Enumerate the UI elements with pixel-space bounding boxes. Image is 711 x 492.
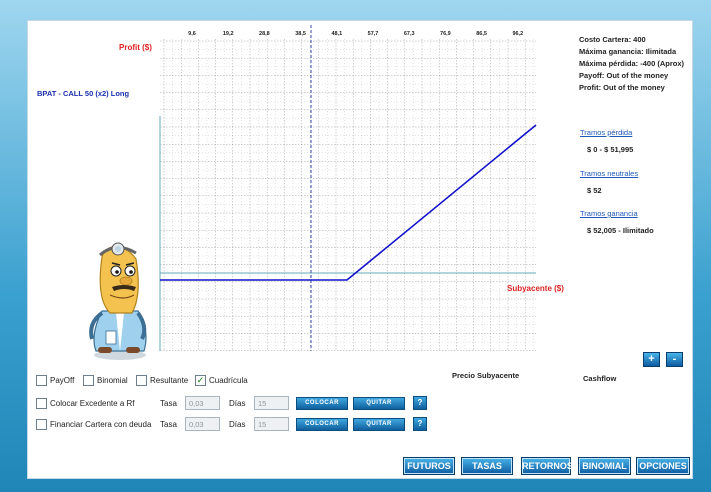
tramos-ganancia-value: $ 52,005 - Ilimitado [587,226,654,235]
payoff-checkbox-label: PayOff [50,376,75,385]
cuadricula-checkbox-label: Cuadrícula [209,376,248,385]
profit-status: Profit: Out of the money [579,83,665,92]
colocar-button-1[interactable]: COLOCAR [296,397,348,410]
costo-cartera: Costo Cartera: 400 [579,35,646,44]
resultante-checkbox[interactable] [136,375,147,386]
x-tick-label: 48,1 [331,31,342,37]
x-tick-label: 19,2 [223,31,234,37]
tasas-button[interactable]: TASAS [461,457,513,475]
maxima-perdida: Máxima pérdida: -400 (Aprox) [579,59,685,68]
tasa-label-1: Tasa [160,399,177,408]
x-tick-label: 28,8 [259,31,270,37]
tasa-input-2[interactable]: 0,03 [185,417,220,431]
help-button-1[interactable]: ? [413,396,427,410]
x-axis-label: Subyacente ($) [507,284,564,293]
zoom-in-button[interactable]: + [643,352,660,367]
payoff-series-line [160,124,537,281]
help-button-2[interactable]: ? [413,417,427,431]
x-tick-label: 76,9 [440,31,451,37]
retornos-button[interactable]: RETORNOS [521,457,573,475]
y-axis-label: Profit ($) [119,43,152,52]
excedente-checkbox[interactable] [36,398,47,409]
quitar-button-1[interactable]: QUITAR [353,397,405,410]
x-tick-label: 86,5 [476,31,487,37]
payoff-checkbox[interactable] [36,375,47,386]
x-tick-label: 38,5 [295,31,306,37]
dias-input-2[interactable]: 15 [254,417,289,431]
binomial-button[interactable]: BINOMIAL [578,457,631,475]
x-tick-label: 96,2 [512,31,523,37]
x-tick-label: 9,6 [188,31,196,37]
app-window: 9,6 19,2 28,8 38,5 48,1 57,7 67,3 76,9 86,5 96,2 … [0,0,711,492]
x-tick-label: 57,7 [368,31,379,37]
tramos-neutrales-link[interactable]: Tramos neutrales [580,169,638,178]
futuros-button[interactable]: FUTUROS [403,457,455,475]
cashflow-label: Cashflow [583,374,617,383]
financiar-checkbox[interactable] [36,419,47,430]
colocar-button-2[interactable]: COLOCAR [296,418,348,431]
tasa-label-2: Tasa [160,420,177,429]
resultante-checkbox-label: Resultante [150,376,189,385]
precio-subyacente-label: Precio Subyacente [452,371,520,380]
maxima-ganancia: Máxima ganancia: Ilimitada [579,47,677,56]
dias-input-1[interactable]: 15 [254,396,289,410]
zoom-out-button[interactable]: - [666,352,683,367]
chart-title: BPAT - CALL 50 (x2) Long [37,89,130,98]
tramos-perdida-value: $ 0 - $ 51,995 [587,145,634,154]
dias-label-1: Días [229,399,246,408]
tramos-neutrales-value: $ 52 [587,186,602,195]
binomial-checkbox-label: Binomial [97,376,128,385]
tramos-perdida-link[interactable]: Tramos pérdida [580,128,632,137]
payoff-status: Payoff: Out of the money [579,71,669,80]
excedente-label: Colocar Excedente a Rf [50,399,135,408]
tramos-ganancia-link[interactable]: Tramos ganancia [580,209,638,218]
tasa-input-1[interactable]: 0,03 [185,396,220,410]
financiar-label: Financiar Cartera con deuda [50,420,152,429]
binomial-checkbox[interactable] [83,375,94,386]
dias-label-2: Días [229,420,246,429]
main-panel: 9,6 19,2 28,8 38,5 48,1 57,7 67,3 76,9 86,5 96,2 … [27,20,693,479]
x-tick-label: 67,3 [404,31,415,37]
opciones-button[interactable]: OPCIONES [636,457,690,475]
doctor-mascot-image [89,242,147,360]
quitar-button-2[interactable]: QUITAR [353,418,405,431]
cuadricula-checkbox[interactable]: ✓ [195,375,206,386]
